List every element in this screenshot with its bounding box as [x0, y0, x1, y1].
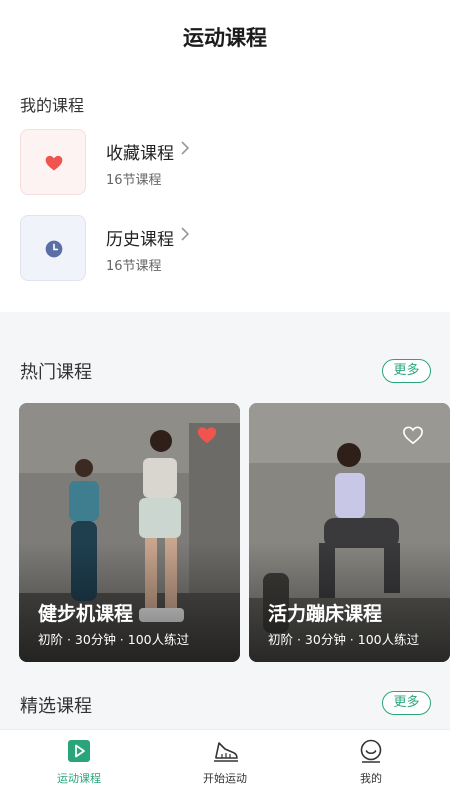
hot-more-button[interactable]: 更多 — [382, 359, 431, 383]
history-courses-label: 历史课程 — [106, 230, 174, 250]
heart-icon — [45, 155, 63, 171]
my-courses-title: 我的课程 — [20, 96, 85, 115]
favorite-thumb — [20, 129, 86, 195]
card-title: 健步机课程 — [38, 603, 134, 625]
tab-start-exercise[interactable]: 开始运动 — [150, 730, 300, 800]
card-meta: 初阶 · 30分钟 · 100人练过 — [38, 632, 190, 647]
featured-more-button[interactable]: 更多 — [382, 691, 431, 715]
tab-courses[interactable]: 运动课程 — [4, 730, 154, 800]
clock-icon — [45, 240, 63, 258]
tab-label: 我的 — [360, 772, 382, 785]
card-meta: 初阶 · 30分钟 · 100人练过 — [268, 632, 420, 647]
favorite-courses-row[interactable]: 收藏课程 16节课程 — [20, 129, 440, 197]
history-courses-count: 16节课程 — [106, 259, 162, 274]
history-thumb — [20, 215, 86, 281]
page-title: 运动课程 — [183, 26, 267, 50]
shoe-icon — [214, 742, 238, 762]
course-card-trampoline[interactable]: 活力蹦床课程 初阶 · 30分钟 · 100人练过 — [249, 403, 450, 662]
favorite-courses-label: 收藏课程 — [106, 144, 174, 164]
heart-icon[interactable] — [196, 425, 218, 445]
course-card-treadmill[interactable]: 健步机课程 初阶 · 30分钟 · 100人练过 — [19, 403, 240, 662]
play-icon — [68, 740, 90, 762]
chevron-right-icon — [181, 141, 190, 155]
history-courses-row[interactable]: 历史课程 16节课程 — [20, 215, 440, 283]
tab-profile[interactable]: 我的 — [296, 730, 446, 800]
heart-outline-icon[interactable] — [402, 425, 424, 445]
tab-label: 开始运动 — [203, 772, 247, 785]
chevron-right-icon — [181, 227, 190, 241]
hot-courses-title: 热门课程 — [20, 362, 92, 383]
card-title: 活力蹦床课程 — [268, 603, 383, 625]
tab-label: 运动课程 — [57, 772, 101, 785]
tab-bar: 运动课程 开始运动 我的 — [0, 729, 450, 800]
featured-courses-title: 精选课程 — [20, 696, 92, 717]
my-courses-section: 我的课程 收藏课程 16节课程 历史课程 16节课程 — [0, 76, 450, 312]
header: 运动课程 — [0, 0, 450, 76]
favorite-courses-count: 16节课程 — [106, 173, 162, 188]
profile-icon — [360, 739, 382, 763]
